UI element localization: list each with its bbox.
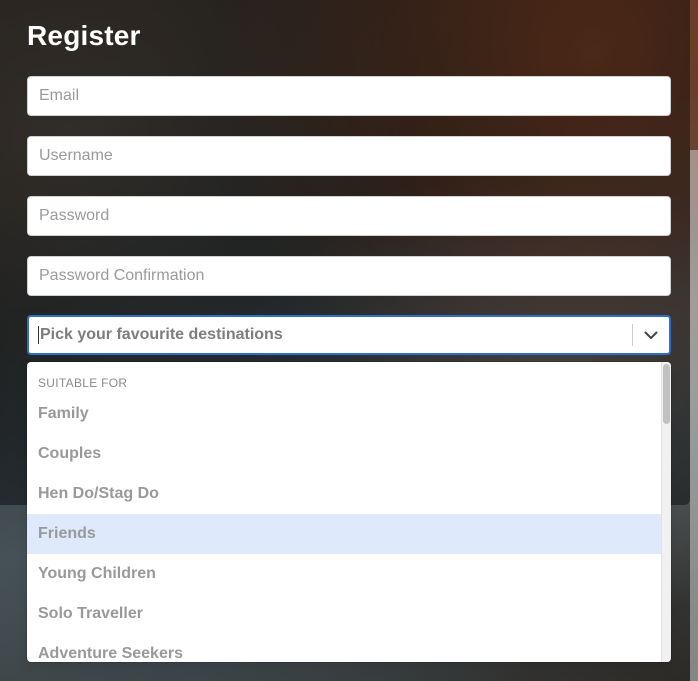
option-young-children[interactable]: Young Children: [27, 554, 661, 594]
option-solo-traveller[interactable]: Solo Traveller: [27, 594, 661, 634]
menu-scrollbar[interactable]: [661, 362, 671, 662]
password-confirmation-field[interactable]: [27, 256, 671, 296]
destinations-select[interactable]: Pick your favourite destinations: [27, 315, 671, 355]
option-adventure-seekers[interactable]: Adventure Seekers: [27, 634, 661, 662]
option-couples[interactable]: Couples: [27, 434, 661, 474]
username-field[interactable]: [27, 136, 671, 176]
option-friends[interactable]: Friends: [27, 514, 661, 554]
group-heading: SUITABLE FOR: [38, 376, 128, 390]
destinations-dropdown-menu: SUITABLE FOR Family Couples Hen Do/Stag …: [27, 362, 671, 662]
destinations-select-placeholder: Pick your favourite destinations: [40, 326, 283, 343]
destinations-select-input[interactable]: Pick your favourite destinations: [29, 326, 632, 344]
password-field[interactable]: [27, 196, 671, 236]
background-edge: [690, 150, 698, 681]
option-family[interactable]: Family: [27, 394, 661, 434]
chevron-down-icon[interactable]: [633, 317, 669, 353]
scrollbar-thumb[interactable]: [663, 364, 670, 424]
page-title: Register: [27, 20, 141, 51]
option-hen-stag-do[interactable]: Hen Do/Stag Do: [27, 474, 661, 514]
text-caret: [38, 326, 39, 344]
email-field[interactable]: [27, 76, 671, 116]
